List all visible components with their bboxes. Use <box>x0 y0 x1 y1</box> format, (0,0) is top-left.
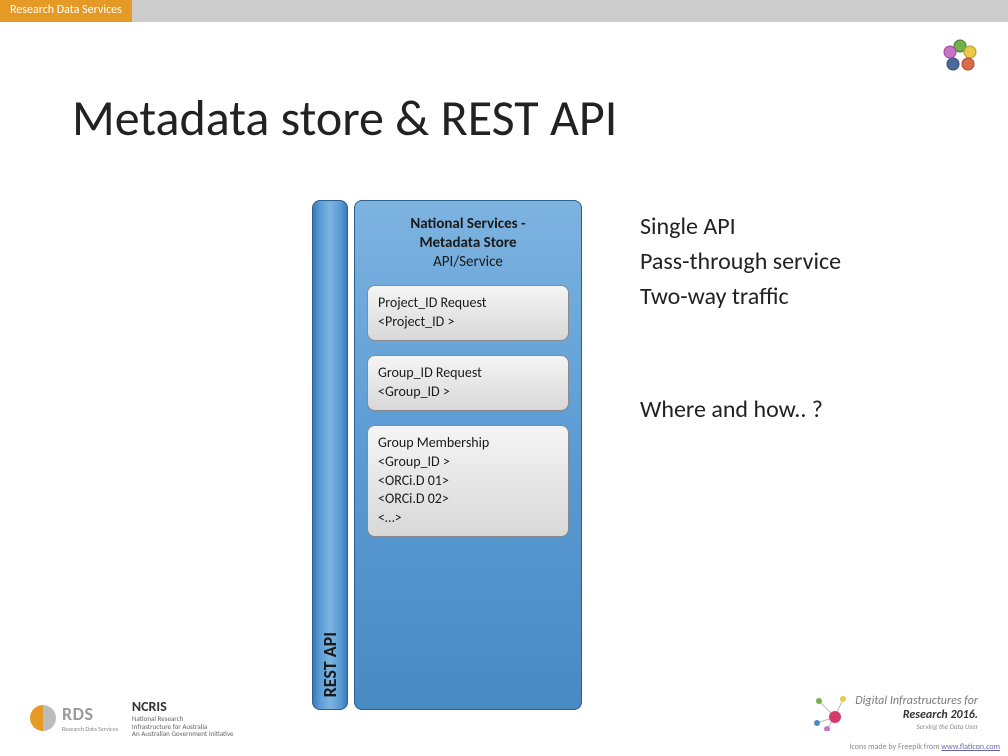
footer-left: RDS Research Data Services NCRIS Nationa… <box>30 698 234 738</box>
box-group-id: Group_ID Request<Group_ID > <box>367 355 569 411</box>
rds-logo-sub: Research Data Services <box>62 725 118 733</box>
dir-line3: Serving the Data User <box>855 722 978 731</box>
rest-api-pillar: REST API <box>312 200 348 710</box>
ncris-logo: NCRIS National Research Infrastructure f… <box>132 698 234 738</box>
dir-line1: Digital Infrastructures for <box>855 694 978 708</box>
diagram: REST API National Services - Metadata St… <box>312 200 582 710</box>
rest-api-label: REST API <box>319 632 341 697</box>
page-title: Metadata store & REST API <box>72 88 617 149</box>
side-text-block2: Where and how.. ? <box>640 395 823 424</box>
store-header-line1: National Services - <box>410 215 525 233</box>
flower-icon <box>942 38 978 74</box>
box-group-membership: Group Membership<Group_ID ><ORCi.D 01><O… <box>367 425 569 537</box>
rds-logo: RDS Research Data Services <box>30 703 118 733</box>
rds-logo-text: RDS <box>62 703 118 725</box>
ncris-logo-text: NCRIS <box>132 698 234 715</box>
credit-line: Icons made by Freepik from www.flaticon.… <box>849 742 1000 752</box>
network-icon <box>813 695 849 731</box>
box-project-id: Project_ID Request<Project_ID > <box>367 285 569 341</box>
store-header-line2: Metadata Store <box>419 234 516 252</box>
header-tab: Research Data Services <box>0 0 132 22</box>
side-text-block1: Single APIPass-through serviceTwo-way tr… <box>640 210 841 314</box>
credit-prefix: Icons made by Freepik from <box>849 742 941 752</box>
store-header-line3: API/Service <box>433 253 503 271</box>
metadata-store-header: National Services - Metadata Store API/S… <box>367 215 569 271</box>
dir-logo: Digital Infrastructures for Research 201… <box>813 694 978 731</box>
rds-ball-icon <box>30 705 56 731</box>
header-bar: Research Data Services <box>0 0 1008 22</box>
metadata-store-panel: National Services - Metadata Store API/S… <box>354 200 582 710</box>
dir-line2: Research 2016. <box>855 708 978 722</box>
footer-right: Digital Infrastructures for Research 201… <box>813 694 978 731</box>
ncris-sub3: An Australian Government Initiative <box>132 730 234 738</box>
credit-link[interactable]: www.flaticon.com <box>941 742 1000 752</box>
dir-text: Digital Infrastructures for Research 201… <box>855 694 978 731</box>
